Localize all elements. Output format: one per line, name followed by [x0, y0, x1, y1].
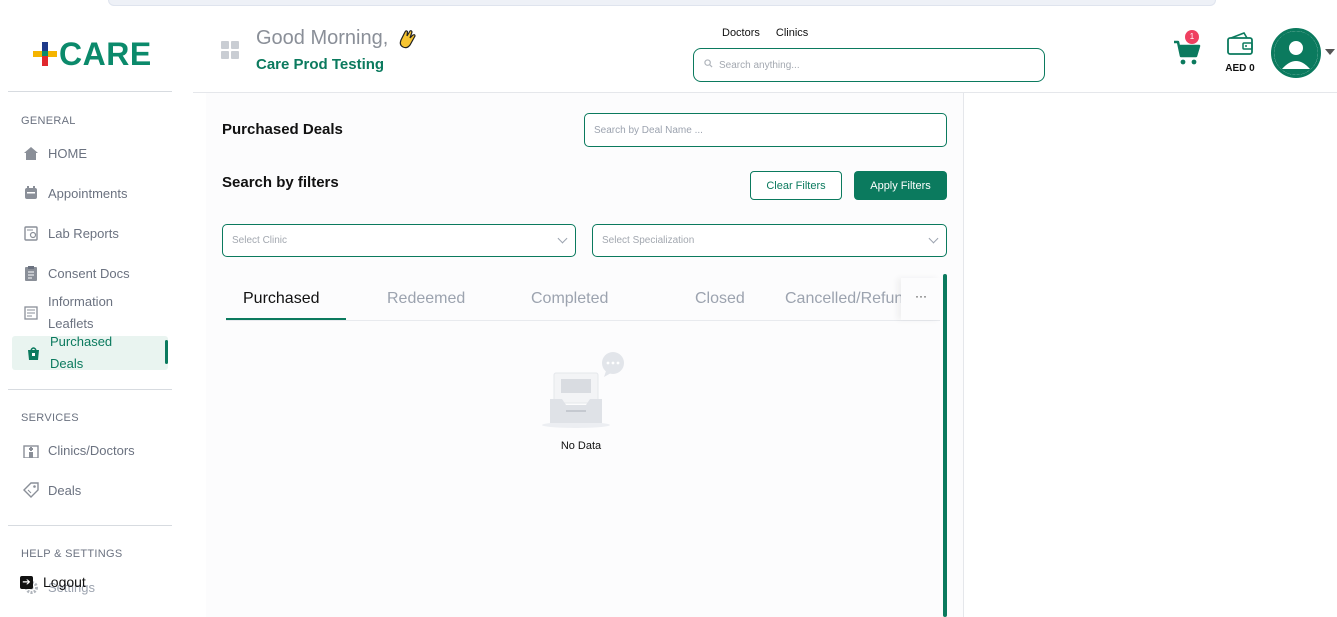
select-clinic-placeholder: Select Clinic	[232, 235, 288, 246]
waving-hand-icon	[396, 28, 418, 50]
select-specialization-placeholder: Select Specialization	[602, 235, 695, 246]
hospital-icon	[22, 441, 40, 459]
deal-search-box[interactable]	[584, 113, 947, 147]
sidebar-item-label: Deals	[50, 356, 84, 371]
sidebar-item-information-leaflets[interactable]: Information Leaflets	[22, 291, 113, 335]
clear-filters-button[interactable]: Clear Filters	[750, 171, 842, 200]
sidebar-item-label: Deals	[48, 482, 82, 498]
greeting: Good Morning,	[256, 27, 418, 50]
sidebar-item-deals[interactable]: Deals	[22, 481, 81, 499]
greeting-text: Good Morning,	[256, 27, 389, 49]
sidebar-item-label: Appointments	[48, 185, 128, 201]
search-scope-links: Doctors Clinics	[722, 27, 808, 39]
active-tab-indicator	[226, 318, 346, 320]
select-specialization-dropdown[interactable]: Select Specialization	[592, 224, 947, 257]
sidebar-item-label: Information	[48, 294, 114, 309]
wallet-icon	[1226, 32, 1254, 60]
section-services: SERVICES	[21, 412, 79, 424]
apply-filters-button[interactable]: Apply Filters	[854, 171, 947, 200]
sidebar-item-lab-reports[interactable]: Lab Reports	[22, 224, 119, 242]
sidebar-item-clinics-doctors[interactable]: Clinics/Doctors	[22, 441, 135, 459]
lab-report-icon	[22, 224, 40, 242]
sidebar-item-appointments[interactable]: Appointments	[22, 184, 128, 202]
chevron-down-icon	[557, 233, 568, 244]
care-logo[interactable]: CARE	[33, 36, 152, 72]
sidebar: CARE GENERAL HOME Appointments Lab Repor…	[0, 12, 193, 617]
select-clinic-dropdown[interactable]: Select Clinic	[222, 224, 576, 257]
home-icon	[22, 144, 40, 162]
top-bar-edge	[108, 0, 1216, 6]
active-indicator	[165, 340, 168, 364]
chevron-down-icon[interactable]	[1325, 49, 1335, 55]
top-header: Good Morning, Care Prod Testing Doctors …	[193, 12, 1337, 93]
empty-state-text: No Data	[560, 440, 602, 452]
leaflet-icon	[22, 304, 40, 322]
global-search-box[interactable]	[693, 48, 1045, 82]
sidebar-item-label: Consent Docs	[48, 265, 130, 281]
sidebar-divider	[8, 91, 172, 92]
link-doctors[interactable]: Doctors	[722, 27, 760, 39]
cart-icon	[1173, 40, 1201, 70]
deal-status-tabs: Purchased Redeemed Completed Closed Canc…	[226, 278, 940, 321]
search-icon	[704, 59, 713, 71]
sidebar-item-label: Lab Reports	[48, 225, 119, 241]
cart-button[interactable]: 1	[1173, 30, 1203, 70]
logout-icon: ➔	[20, 575, 33, 589]
chevron-down-icon	[928, 233, 939, 244]
sidebar-item-home[interactable]: HOME	[22, 144, 87, 162]
wallet-amount: AED 0	[1225, 63, 1255, 74]
link-clinics[interactable]: Clinics	[776, 27, 808, 39]
section-help-settings: HELP & SETTINGS	[21, 548, 123, 560]
empty-state: No Data	[526, 351, 636, 452]
tabs-more-button[interactable]: ···	[901, 278, 941, 320]
filters-title: Search by filters	[222, 174, 339, 191]
deal-bag-icon	[24, 344, 42, 362]
page-title: Purchased Deals	[222, 121, 343, 138]
sidebar-item-consent-docs[interactable]: Consent Docs	[22, 264, 130, 282]
avatar[interactable]	[1271, 28, 1321, 78]
deal-search-input[interactable]	[594, 124, 937, 136]
sidebar-divider	[8, 525, 172, 526]
right-panel	[963, 93, 1337, 617]
logout-label: Logout	[43, 574, 86, 590]
tab-completed[interactable]: Completed	[531, 290, 608, 308]
calendar-icon	[22, 184, 40, 202]
tab-closed[interactable]: Closed	[695, 290, 745, 308]
sidebar-item-label: Purchased	[50, 334, 113, 349]
sidebar-divider	[8, 389, 172, 390]
plus-logo-icon	[33, 42, 57, 66]
empty-inbox-icon	[536, 352, 626, 435]
sidebar-item-label: HOME	[48, 145, 87, 161]
sidebar-item-label: Clinics/Doctors	[48, 442, 135, 458]
section-general: GENERAL	[21, 115, 76, 127]
logout-button[interactable]: ➔ Logout	[20, 574, 86, 590]
sidebar-item-purchased-deals-content[interactable]: Purchased Deals	[24, 331, 112, 375]
clipboard-icon	[22, 264, 40, 282]
global-search-input[interactable]	[719, 59, 1019, 71]
main-content: Purchased Deals Search by filters Clear …	[206, 93, 963, 617]
browser-top-strip	[0, 0, 1337, 12]
tab-purchased[interactable]: Purchased	[243, 290, 320, 308]
apps-grid-icon[interactable]	[221, 41, 239, 59]
user-avatar-icon	[1274, 31, 1318, 75]
scrollbar[interactable]	[943, 274, 947, 617]
cart-count-badge: 1	[1185, 30, 1199, 44]
wallet-button[interactable]: AED 0	[1223, 32, 1257, 74]
tab-redeemed[interactable]: Redeemed	[387, 290, 465, 308]
user-name: Care Prod Testing	[256, 56, 385, 73]
tag-icon	[22, 481, 40, 499]
brand-name: CARE	[59, 35, 152, 72]
